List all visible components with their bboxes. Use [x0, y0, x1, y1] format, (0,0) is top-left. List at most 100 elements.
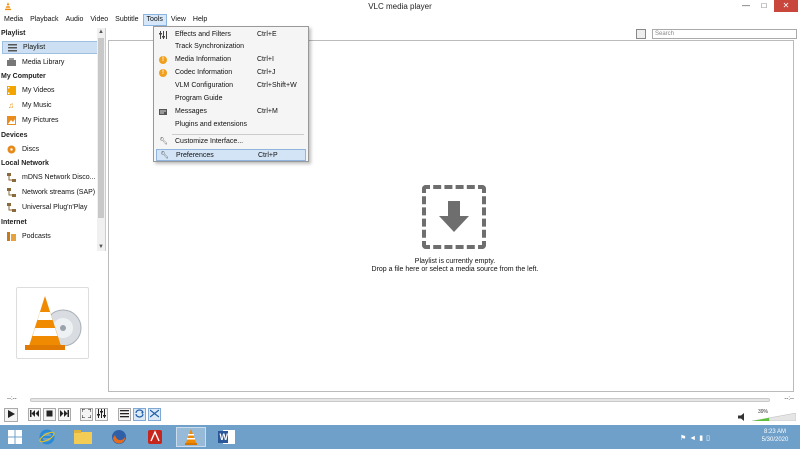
shuffle-icon — [149, 409, 160, 418]
skip-forward-icon — [60, 410, 69, 417]
taskbar-clock[interactable]: 8:23 AM 5/30/2020 — [752, 428, 798, 444]
disc-icon — [6, 145, 16, 155]
menu-media[interactable]: Media — [1, 14, 26, 26]
elapsed-time: --:-- — [7, 396, 17, 402]
stop-button[interactable] — [43, 408, 56, 421]
seek-slider[interactable] — [30, 398, 770, 402]
sidebar-item-my-videos[interactable]: My Videos — [2, 84, 98, 97]
folder-icon — [74, 430, 92, 444]
menu-item-preferences[interactable]: 🔧︎ Preferences Ctrl+P — [156, 149, 306, 161]
menu-help[interactable]: Help — [190, 14, 210, 26]
next-button[interactable] — [58, 408, 71, 421]
window-title: VLC media player — [368, 2, 432, 11]
sidebar-item-podcasts[interactable]: Podcasts — [2, 230, 98, 243]
menu-tools[interactable]: Tools — [142, 14, 167, 26]
taskbar-file-explorer[interactable] — [68, 427, 98, 447]
sidebar-item-label: Media Library — [22, 59, 65, 66]
section-playlist: Playlist — [1, 30, 26, 37]
empty-playlist-message: Playlist is currently empty. — [414, 258, 496, 265]
system-tray[interactable]: ⚑◄▮▯ — [680, 434, 713, 442]
flag-icon[interactable]: ⚑ — [680, 435, 689, 442]
vlc-cone-icon — [185, 429, 197, 445]
sidebar-item-playlist[interactable]: Playlist — [2, 41, 98, 54]
section-devices: Devices — [1, 132, 28, 139]
stop-icon — [46, 410, 53, 417]
menu-item-plugins[interactable]: Plugins and extensions — [156, 119, 306, 131]
start-button[interactable] — [2, 427, 28, 447]
menu-video[interactable]: Video — [87, 14, 111, 26]
pictures-icon — [6, 116, 16, 126]
close-button[interactable]: ✕ — [774, 0, 798, 12]
total-time: --:-- — [784, 396, 794, 402]
playlist-toggle-button[interactable] — [118, 408, 131, 421]
word-icon: W — [218, 430, 235, 444]
network-icon — [6, 173, 16, 183]
maximize-button[interactable]: □ — [756, 0, 772, 12]
sidebar-item-label: Playlist — [23, 44, 46, 51]
play-button[interactable] — [4, 408, 18, 422]
taskbar-word[interactable]: W — [212, 427, 242, 447]
menu-item-effects-filters[interactable]: Effects and Filters Ctrl+E — [156, 29, 306, 41]
speaker-icon[interactable] — [738, 412, 748, 422]
menu-subtitle[interactable]: Subtitle — [112, 14, 141, 26]
videos-icon — [6, 86, 16, 96]
section-my-computer: My Computer — [1, 73, 46, 80]
list-icon — [120, 410, 129, 418]
sidebar-item-mdns[interactable]: mDNS Network Disco... — [2, 171, 98, 184]
windows-logo-icon — [8, 430, 22, 444]
taskbar-acrobat[interactable] — [140, 427, 170, 447]
sidebar-item-discs[interactable]: Discs — [2, 143, 98, 156]
battery-icon[interactable]: ▯ — [706, 435, 713, 442]
minimize-button[interactable]: — — [738, 0, 754, 12]
fullscreen-icon — [81, 408, 92, 419]
volume-slider[interactable] — [752, 413, 796, 421]
sidebar-item-media-library[interactable]: Media Library — [2, 56, 98, 69]
shuffle-button[interactable] — [148, 408, 161, 421]
sidebar-item-network-streams[interactable]: Network streams (SAP) — [2, 186, 98, 199]
scroll-thumb[interactable] — [98, 38, 104, 218]
equalizer-icon — [97, 409, 106, 418]
acrobat-icon — [148, 430, 162, 444]
loop-button[interactable] — [133, 408, 146, 421]
clock-date: 5/30/2020 — [761, 437, 789, 443]
playlist-view-button[interactable] — [636, 29, 646, 39]
messages-icon — [159, 108, 167, 116]
menu-item-customize-interface[interactable]: 🔧︎ Customize Interface... — [156, 136, 306, 148]
podcast-icon — [6, 232, 16, 242]
scroll-down-icon[interactable]: ▼ — [97, 243, 105, 251]
sidebar-item-upnp[interactable]: Universal Plug'n'Play — [2, 201, 98, 214]
menu-audio[interactable]: Audio — [62, 14, 86, 26]
fullscreen-button[interactable] — [80, 408, 93, 421]
wrench-icon: 🔧︎ — [159, 138, 168, 145]
playlist-icon — [7, 43, 17, 53]
menu-item-media-info[interactable]: ! Media Information Ctrl+I — [156, 54, 306, 66]
volume-tray-icon[interactable]: ◄ — [689, 435, 699, 442]
previous-button[interactable] — [28, 408, 41, 421]
menu-item-messages[interactable]: Messages Ctrl+M — [156, 106, 306, 118]
menu-view[interactable]: View — [168, 14, 189, 26]
menu-item-codec-info[interactable]: ! Codec Information Ctrl+J — [156, 67, 306, 79]
menu-playback[interactable]: Playback — [27, 14, 61, 26]
sidebar-item-label: Discs — [22, 146, 40, 153]
skip-back-icon — [30, 410, 39, 417]
album-art — [16, 287, 89, 359]
taskbar-firefox[interactable] — [104, 427, 134, 447]
menu-item-track-sync[interactable]: Track Synchronization — [156, 41, 306, 53]
drop-zone[interactable] — [422, 185, 486, 249]
search-input[interactable]: Search — [652, 29, 797, 39]
sidebar-item-label: Universal Plug'n'Play — [22, 204, 88, 211]
taskbar-ie[interactable] — [32, 427, 62, 447]
menu-item-program-guide[interactable]: Program Guide — [156, 93, 306, 105]
sidebar-item-my-music[interactable]: ♫ My Music — [2, 99, 98, 112]
wrench-icon: 🔧︎ — [160, 152, 169, 159]
menu-separator — [172, 134, 304, 135]
taskbar-vlc[interactable] — [176, 427, 206, 447]
sidebar-item-label: Network streams (SAP) — [22, 189, 96, 196]
menu-item-vlm-config[interactable]: VLM Configuration Ctrl+Shift+W — [156, 80, 306, 92]
sidebar-item-my-pictures[interactable]: My Pictures — [2, 114, 98, 127]
extended-settings-button[interactable] — [95, 408, 108, 421]
scroll-up-icon[interactable]: ▲ — [97, 28, 105, 36]
sidebar-scrollbar[interactable]: ▲ ▼ — [97, 28, 105, 251]
warning-icon: ! — [159, 56, 167, 64]
section-internet: Internet — [1, 219, 27, 226]
